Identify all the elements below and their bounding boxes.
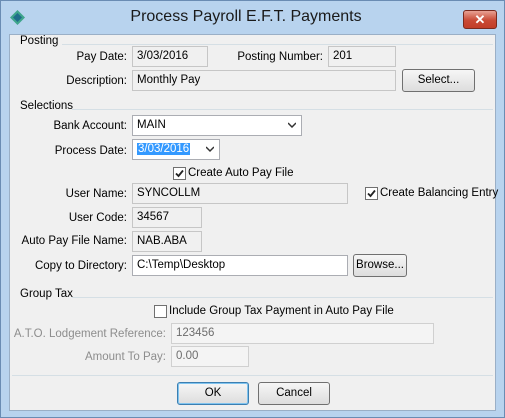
user-code-label: User Code: [68,212,127,224]
ok-button[interactable]: OK [177,382,249,405]
window-title: Process Payroll E.F.T. Payments [130,8,362,25]
cancel-button[interactable]: Cancel [258,382,330,405]
include-group-tax-checkbox[interactable] [154,305,167,318]
chevron-down-icon [206,146,214,153]
copy-dir-label: Copy to Directory: [34,260,127,272]
chevron-down-icon [288,122,296,129]
pay-date-label: Pay Date: [76,51,128,63]
dialog-body: Posting Pay Date: 3/03/2016 Posting Numb… [9,34,498,411]
checkmark-icon [367,189,376,198]
create-auto-pay-checkbox[interactable] [173,167,186,180]
description-field: Monthly Pay [132,70,396,91]
select-button[interactable]: Select... [402,69,475,92]
posting-number-field: 201 [328,46,396,67]
posting-number-label: Posting Number: [237,51,323,63]
process-date-picker[interactable]: 3/03/2016 [132,139,220,160]
user-name-label: User Name: [65,188,127,200]
group-tax-divider [72,297,493,298]
include-group-tax-label[interactable]: Include Group Tax Payment in Auto Pay Fi… [169,305,394,317]
user-code-field: 34567 [132,207,202,228]
title-bar[interactable]: Process Payroll E.F.T. Payments ✕ [1,1,504,34]
close-button[interactable]: ✕ [463,10,497,29]
auto-pay-file-field: NAB.ABA [132,231,202,252]
create-auto-pay-label[interactable]: Create Auto Pay File [188,167,293,179]
pay-date-field: 3/03/2016 [132,46,208,67]
description-label: Description: [66,75,127,87]
create-balancing-checkbox[interactable] [365,187,378,200]
process-date-value: 3/03/2016 [137,143,191,155]
user-name-field: SYNCOLLM [132,183,348,204]
footer-divider [12,375,493,376]
posting-divider [62,44,493,45]
amount-label: Amount To Pay: [85,351,166,363]
ato-ref-label: A.T.O. Lodgement Reference: [13,328,166,340]
ato-ref-field[interactable]: 123456 [171,323,434,344]
browse-button[interactable]: Browse... [353,254,407,277]
bank-account-value: MAIN [137,119,166,131]
dialog-window: Process Payroll E.F.T. Payments ✕ Postin… [0,0,505,418]
amount-field[interactable]: 0.00 [171,346,249,367]
bank-account-label: Bank Account: [53,120,127,132]
auto-pay-file-label: Auto Pay File Name: [21,235,127,247]
posting-group-label: Posting [20,35,59,47]
group-tax-label: Group Tax [20,288,73,300]
bank-account-select[interactable]: MAIN [132,115,302,136]
create-balancing-label[interactable]: Create Balancing Entry [380,187,498,199]
process-date-label: Process Date: [54,145,127,157]
copy-dir-input[interactable]: C:\Temp\Desktop [132,255,348,276]
selections-divider [72,109,493,110]
checkmark-icon [175,169,184,178]
selections-group-label: Selections [20,100,74,112]
